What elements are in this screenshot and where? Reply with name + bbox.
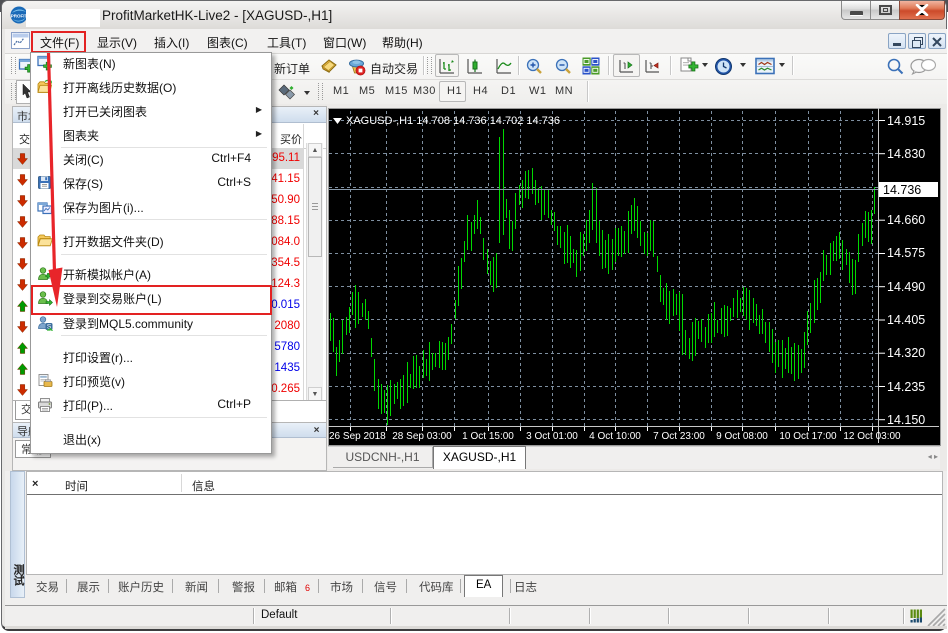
svg-text:26 Sep 2018: 26 Sep 2018	[329, 431, 386, 442]
svg-text:14.660: 14.660	[887, 213, 925, 227]
svg-text:PROFIT: PROFIT	[11, 14, 28, 19]
svg-text:12 Oct 03:00: 12 Oct 03:00	[843, 431, 901, 442]
svg-text:9 Oct 08:00: 9 Oct 08:00	[716, 431, 768, 442]
svg-text:14.490: 14.490	[887, 280, 925, 294]
svg-text:1 Oct 15:00: 1 Oct 15:00	[462, 431, 514, 442]
svg-text:4 Oct 10:00: 4 Oct 10:00	[589, 431, 641, 442]
svg-text:7 Oct 23:00: 7 Oct 23:00	[653, 431, 705, 442]
svg-text:14.915: 14.915	[887, 114, 925, 128]
svg-text:28 Sep 03:00: 28 Sep 03:00	[392, 431, 452, 442]
svg-text:14.235: 14.235	[887, 380, 925, 394]
svg-text:14.575: 14.575	[887, 246, 925, 260]
svg-text:14.736: 14.736	[883, 183, 921, 197]
svg-text:XAGUSD-,H1 14.708 14.736 14.70: XAGUSD-,H1 14.708 14.736 14.702 14.736	[346, 115, 560, 127]
svg-text:14.405: 14.405	[887, 313, 925, 327]
svg-text:3 Oct 01:00: 3 Oct 01:00	[526, 431, 578, 442]
svg-text:14.830: 14.830	[887, 147, 925, 161]
svg-text:14.150: 14.150	[887, 413, 925, 427]
svg-text:14.320: 14.320	[887, 346, 925, 360]
svg-text:10 Oct 17:00: 10 Oct 17:00	[779, 431, 837, 442]
